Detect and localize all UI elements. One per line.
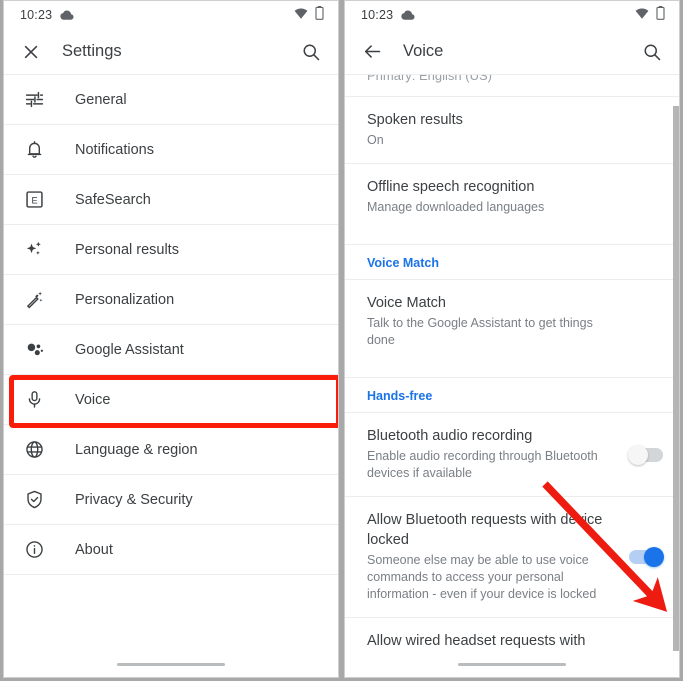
status-time: 10:23 [361,8,394,22]
wifi-icon [635,6,649,24]
sidebar-item-about[interactable]: About [4,525,338,575]
right-nav-area [345,651,679,677]
shield-check-icon [22,488,46,512]
sidebar-item-notifications[interactable]: Notifications [4,125,338,175]
sidebar-item-general[interactable]: General [4,75,338,125]
right-phone-screen: 10:23 Voice Primary: English (US) Spoken… [344,0,680,678]
sparkles-icon [22,238,46,262]
right-app-bar: Voice [345,29,679,75]
sidebar-item-personal-results[interactable]: Personal results [4,225,338,275]
list-item-offline-speech-recognition[interactable]: Offline speech recognition Manage downlo… [345,164,679,245]
list-item-subtitle: Someone else may be able to use voice co… [367,553,597,601]
sidebar-item-label: Language & region [75,441,198,458]
page-title: Settings [62,42,122,60]
left-phone-screen: 10:23 Settings General Notifications E S… [3,0,339,678]
list-item-title: Spoken results [367,112,463,128]
list-item-bluetooth-audio-recording[interactable]: Bluetooth audio recording Enable audio r… [345,413,679,497]
sidebar-item-label: Notifications [75,141,154,158]
list-item-title: Offline speech recognition [367,179,535,195]
list-item-subtitle: Manage downloaded languages [367,200,545,214]
left-app-bar: Settings [4,29,338,75]
toggle-thumb [644,547,664,567]
screenshot-root: 10:23 Settings General Notifications E S… [0,0,683,681]
wifi-icon [294,6,308,24]
status-icons-right [635,5,665,25]
voice-settings-scroll[interactable]: Primary: English (US) Spoken results On … [345,75,679,677]
sidebar-item-label: Privacy & Security [75,491,193,508]
status-time: 10:23 [20,8,53,22]
list-item-allow-bluetooth-requests[interactable]: Allow Bluetooth requests with device loc… [345,497,679,618]
sidebar-item-personalization[interactable]: Personalization [4,275,338,325]
status-bar-left: 10:23 [4,1,338,29]
sidebar-item-privacy-security[interactable]: Privacy & Security [4,475,338,525]
list-item-subtitle: Enable audio recording through Bluetooth… [367,449,598,480]
svg-text:E: E [31,195,37,205]
list-item-voice-match[interactable]: Voice Match Talk to the Google Assistant… [345,280,679,378]
battery-icon [656,5,665,25]
list-item-primary-language[interactable]: Primary: English (US) [345,75,679,97]
status-icons-left [294,5,324,25]
sidebar-item-language-region[interactable]: Language & region [4,425,338,475]
close-icon[interactable] [18,39,44,65]
settings-list: General Notifications E SafeSearch Perso… [4,75,338,575]
sidebar-item-label: Personalization [75,291,175,308]
section-header-voice-match: Voice Match [345,245,679,280]
left-nav-area [4,651,338,677]
cloud-icon [401,10,415,20]
sidebar-item-label: Google Assistant [75,341,184,358]
magic-wand-icon [22,288,46,312]
sidebar-item-label: Voice [75,391,111,408]
toggle-allow-bluetooth-requests[interactable] [629,547,664,567]
sidebar-item-safesearch[interactable]: E SafeSearch [4,175,338,225]
vertical-scrollbar[interactable] [673,106,679,651]
info-icon [22,538,46,562]
bell-icon [22,138,46,162]
sidebar-item-google-assistant[interactable]: Google Assistant [4,325,338,375]
cloud-icon [60,10,74,20]
primary-language-label: Primary: English (US) [367,75,492,83]
list-item-subtitle: On [367,133,384,147]
page-title: Voice [403,42,444,60]
home-indicator[interactable] [117,662,225,666]
tune-icon [22,88,46,112]
globe-icon [22,438,46,462]
search-icon[interactable] [298,39,324,65]
toggle-bluetooth-audio-recording[interactable] [628,444,663,465]
microphone-icon [22,388,46,412]
list-item-title: Voice Match [367,295,446,311]
back-arrow-icon[interactable] [359,39,385,65]
sidebar-item-label: Personal results [75,241,179,258]
sidebar-item-label: General [75,91,127,108]
toggle-thumb [628,444,648,465]
list-item-subtitle: Talk to the Google Assistant to get thin… [367,316,593,347]
status-bar-right: 10:23 [345,1,679,29]
section-header-hands-free: Hands-free [345,378,679,413]
sidebar-item-label: About [75,541,113,558]
sidebar-item-voice[interactable]: Voice [4,375,338,425]
list-item-spoken-results[interactable]: Spoken results On [345,97,679,164]
explicit-icon: E [22,188,46,212]
battery-icon [315,5,324,25]
list-item-title: Bluetooth audio recording [367,428,533,444]
home-indicator[interactable] [458,662,566,666]
list-item-title: Allow Bluetooth requests with device loc… [367,512,603,548]
sidebar-item-label: SafeSearch [75,191,151,208]
assistant-dots-icon [22,338,46,362]
search-icon[interactable] [639,39,665,65]
